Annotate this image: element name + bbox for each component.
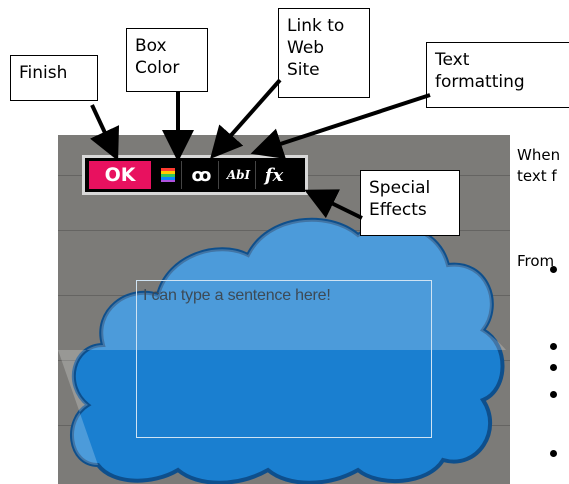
link-button[interactable]: ꝏ [185, 161, 219, 189]
box-color-button[interactable] [154, 161, 182, 189]
color-palette-icon [160, 168, 175, 182]
text-format-button[interactable]: AbI [222, 161, 256, 189]
bullet-point [550, 364, 557, 371]
fx-icon: fx [264, 164, 284, 186]
callout-box-color: Box Color [126, 28, 208, 92]
callout-special-effects: Special Effects [360, 170, 460, 236]
bullet-point [550, 450, 557, 457]
bullet-point [550, 391, 557, 398]
typed-sentence: I can type a sentence here! [143, 287, 331, 304]
bullet-point [550, 343, 557, 350]
ok-finish-button[interactable]: OK [89, 161, 151, 189]
special-effects-button[interactable]: fx [259, 161, 289, 189]
callout-link-web-site: Link to Web Site [278, 8, 370, 98]
cloud-toolbar: OK ꝏ AbI fx [82, 155, 308, 195]
side-text-line-3: From [517, 252, 555, 270]
side-text-line-2: text f [517, 167, 557, 185]
text-format-icon: AbI [226, 168, 251, 182]
callout-finish: Finish [10, 55, 98, 101]
bullet-point [550, 266, 557, 273]
side-text-line-1: When [517, 146, 561, 164]
text-entry-box[interactable]: I can type a sentence here! [136, 280, 432, 438]
callout-text-formatting: Text formatting [426, 42, 569, 108]
chain-link-icon: ꝏ [191, 164, 212, 186]
